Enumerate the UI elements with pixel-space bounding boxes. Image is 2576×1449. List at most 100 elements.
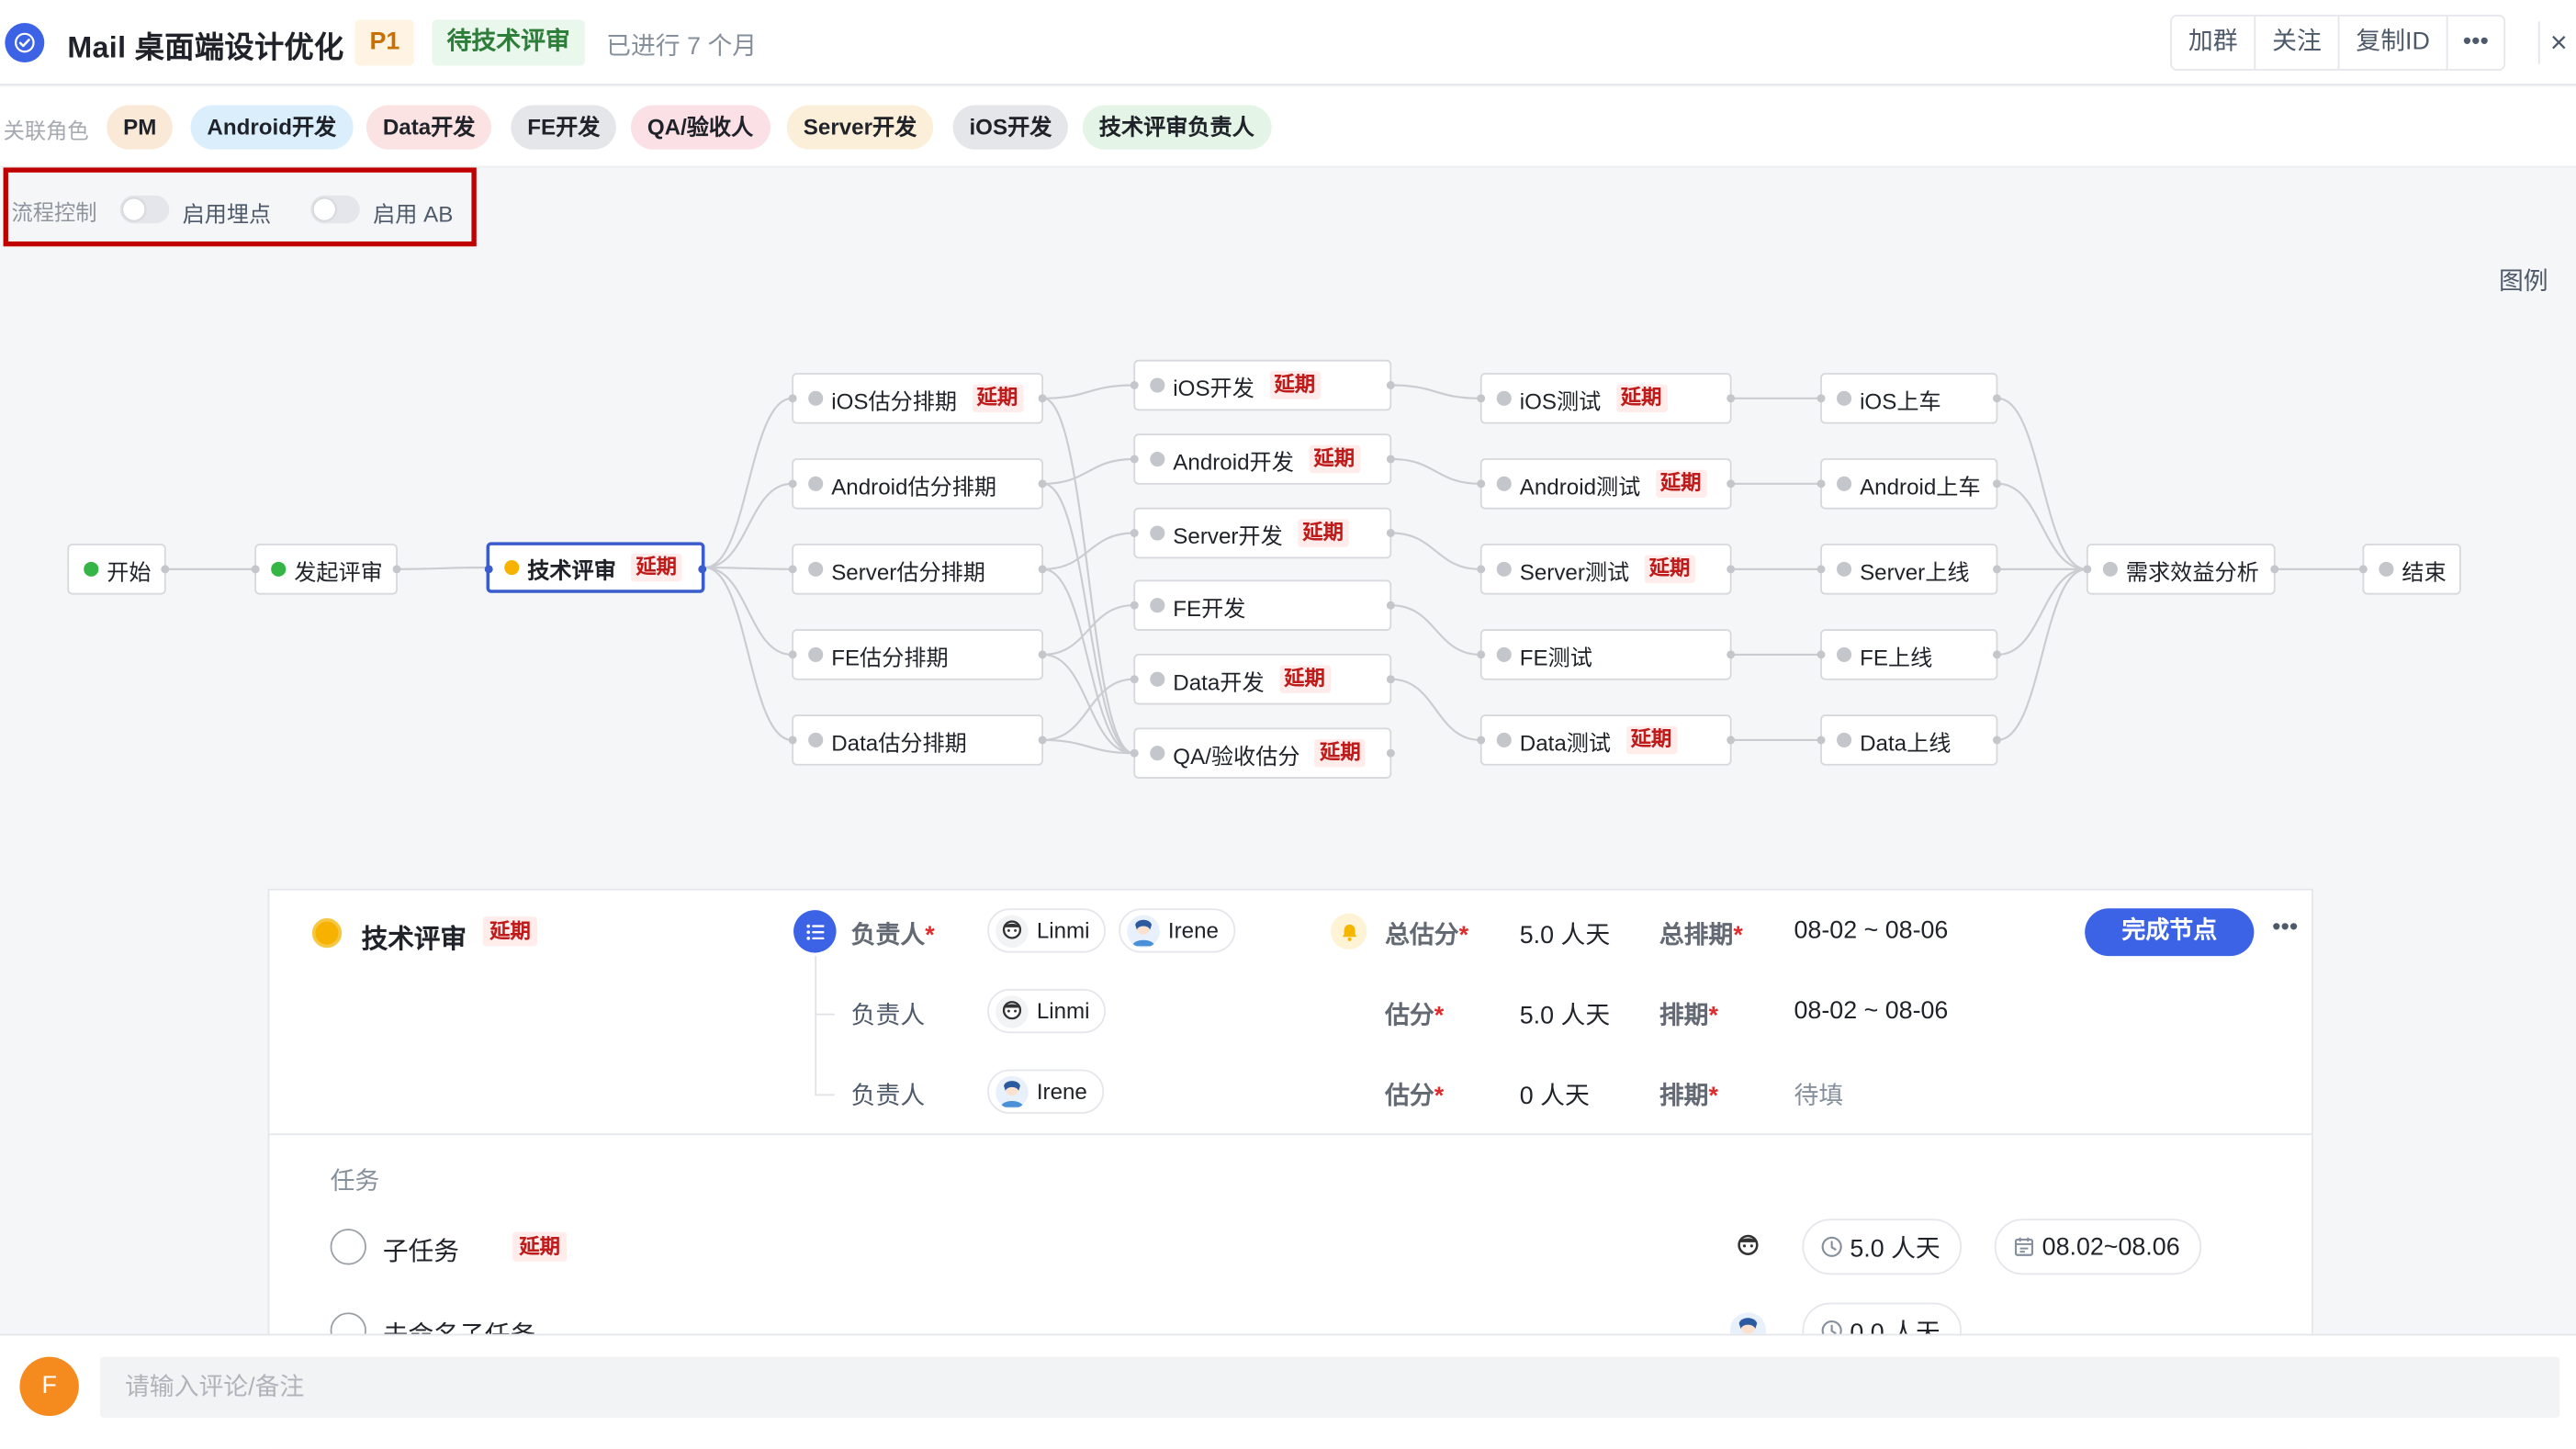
more-icon[interactable]: •••	[2272, 914, 2298, 941]
flow-node-android-release[interactable]: Android上车	[1817, 458, 2001, 510]
connector-port	[1992, 650, 2001, 659]
owner-chip-irene[interactable]: Irene	[1119, 908, 1235, 953]
estimate-value[interactable]: 5.0 人天	[1520, 997, 1610, 1032]
connector-port	[1130, 529, 1139, 537]
connector-port	[1477, 394, 1486, 403]
connector-port	[1477, 650, 1486, 659]
flow-node-data-est[interactable]: Data估分排期	[788, 714, 1047, 766]
connector-port	[698, 565, 707, 574]
node-status-dot	[808, 476, 824, 491]
connector-port	[1992, 394, 2001, 403]
flow-node-server-test[interactable]: Server测试 延期	[1477, 544, 1736, 595]
node-status-dot	[1496, 732, 1512, 747]
connector-port	[1130, 455, 1139, 464]
connector-port	[251, 565, 260, 574]
flow-edge	[1997, 567, 2087, 656]
flow-node-ios-est[interactable]: iOS估分排期 延期	[788, 373, 1047, 424]
flow-node-fe-test[interactable]: FE测试	[1477, 629, 1736, 680]
flow-edge	[704, 397, 793, 569]
tree-line	[815, 1094, 835, 1096]
node-status-dot	[1496, 476, 1512, 491]
connector-port	[1386, 748, 1395, 758]
list-icon	[793, 910, 837, 953]
connector-port	[1130, 675, 1139, 684]
flow-edge	[1042, 384, 1134, 399]
owner-chip-irene[interactable]: Irene	[987, 1069, 1104, 1114]
flow-node-data-release[interactable]: Data上线	[1817, 714, 2001, 766]
flow-node-server-est[interactable]: Server估分排期	[788, 544, 1047, 595]
flow-edge	[1042, 567, 1134, 755]
node-status-dot	[1837, 646, 1852, 662]
flow-node-ios-dev[interactable]: iOS开发 延期	[1130, 359, 1395, 411]
connector-port	[1727, 565, 1736, 574]
connector-port	[1038, 394, 1047, 403]
node-label: 技术评审	[527, 557, 616, 583]
connector-port	[1727, 650, 1736, 659]
flow-edge	[1997, 482, 2087, 570]
comment-input[interactable]	[100, 1356, 2560, 1418]
schedule-label: 排期*	[1659, 1082, 1718, 1111]
connector-port	[2270, 565, 2279, 574]
flow-node-ios-test[interactable]: iOS测试 延期	[1477, 373, 1736, 424]
owner-chip-linmi[interactable]: Linmi	[987, 988, 1107, 1034]
node-status-icon	[311, 918, 343, 949]
flow-node-qa-est[interactable]: QA/验收估分 延期	[1130, 727, 1395, 779]
schedule-value[interactable]: 08-02 ~ 08-06	[1794, 997, 1949, 1025]
flow-node-start[interactable]: 开始	[67, 544, 170, 595]
task-estimate-pill[interactable]: 5.0 人天	[1802, 1219, 1963, 1275]
flow-edge	[704, 482, 793, 569]
total-schedule-value[interactable]: 08-02 ~ 08-06	[1794, 916, 1949, 944]
connector-port	[161, 565, 170, 574]
flow-node-initiate[interactable]: 发起评审	[251, 544, 401, 595]
delay-badge: 延期	[1644, 555, 1695, 584]
connector-port	[1992, 479, 2001, 489]
task-assignee-avatar[interactable]	[1729, 1229, 1767, 1265]
flow-node-fe-est[interactable]: FE估分排期	[788, 629, 1047, 680]
connector-port	[1817, 565, 1826, 574]
connector-port	[1477, 736, 1486, 745]
flow-node-data-test[interactable]: Data测试 延期	[1477, 714, 1736, 766]
flow-node-data-dev[interactable]: Data开发 延期	[1130, 653, 1395, 705]
task-name[interactable]: 子任务	[383, 1232, 459, 1268]
flow-node-android-test[interactable]: Android测试 延期	[1477, 458, 1736, 510]
connector-port	[1817, 736, 1826, 745]
delay-badge: 延期	[512, 1231, 568, 1262]
task-checkbox[interactable]	[330, 1229, 366, 1265]
flow-node-android-est[interactable]: Android估分排期	[788, 458, 1047, 510]
schedule-value[interactable]: 待填	[1794, 1078, 1844, 1113]
connector-port	[1992, 736, 2001, 745]
flow-node-fe-dev[interactable]: FE开发	[1130, 579, 1395, 631]
flow-node-server-dev[interactable]: Server开发 延期	[1130, 507, 1395, 559]
user-avatar[interactable]: F	[19, 1356, 79, 1417]
flow-edge	[704, 567, 793, 656]
connector-port	[1386, 601, 1395, 610]
total-estimate-label: 总估分*	[1385, 921, 1469, 950]
complete-node-button[interactable]: 完成节点	[2085, 908, 2255, 957]
connector-port	[1817, 650, 1826, 659]
connector-port	[1386, 381, 1395, 389]
flow-node-ios-release[interactable]: iOS上车	[1817, 373, 2001, 424]
node-status-dot	[2102, 561, 2118, 577]
node-status-dot	[271, 561, 287, 577]
total-estimate-value[interactable]: 5.0 人天	[1520, 916, 1610, 951]
node-label: Android开发	[1173, 449, 1294, 475]
flow-node-fe-release[interactable]: FE上线	[1817, 629, 2001, 680]
flow-node-techreview[interactable]: 技术评审 延期	[484, 542, 707, 593]
owner-chip-linmi[interactable]: Linmi	[987, 908, 1107, 953]
flow-edge	[1042, 532, 1134, 570]
flow-node-android-dev[interactable]: Android开发 延期	[1130, 433, 1395, 485]
node-label: 需求效益分析	[2125, 559, 2259, 584]
flow-node-benefit[interactable]: 需求效益分析	[2083, 544, 2279, 595]
total-schedule-label: 总排期*	[1659, 921, 1743, 950]
flow-node-end[interactable]: 结束	[2358, 544, 2461, 595]
flow-node-server-release[interactable]: Server上线	[1817, 544, 2001, 595]
bell-icon	[1331, 913, 1367, 950]
node-label: FE估分排期	[831, 645, 949, 669]
node-status-dot	[808, 732, 824, 747]
task-schedule-pill[interactable]: 08.02~08.06	[1994, 1219, 2201, 1275]
estimate-value[interactable]: 0 人天	[1520, 1078, 1590, 1113]
node-status-dot	[1837, 476, 1852, 491]
flow-edge	[397, 567, 487, 570]
connector-port	[1992, 565, 2001, 574]
node-label: FE测试	[1519, 645, 1592, 669]
